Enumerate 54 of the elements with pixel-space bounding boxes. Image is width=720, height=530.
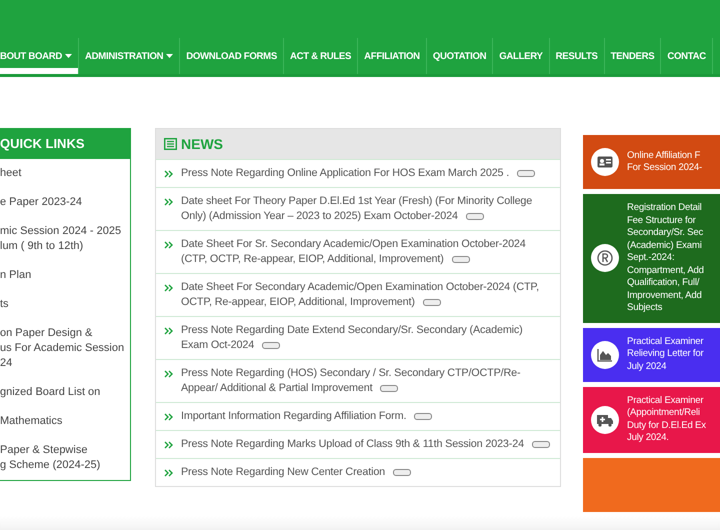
news-link[interactable]: Date Sheet For Secondary Academic/Open Examination October-2024 (CTP, OCTP, Re-appear, EIOP, Additional, Improvement) [181,280,552,310]
news-link[interactable]: Date Sheet For Sr. Secondary Academic/Open Examination October-2024 (CTP, OCTP, Re-appear, EIOP, Additional, Improvement) [181,237,552,267]
quick-link[interactable]: on Paper Design & us For Academic Session 24 [0,319,130,378]
panel-title: NEWS [181,136,223,152]
double-chevron-icon [164,170,173,178]
quick-link[interactable]: Paper & Stepwise g Scheme (2024-25) [0,436,130,480]
card-text: Registration Detail Fee Structure for Secondary/Sr. Sec (Academic) Exami Sept.-2024: Compartment, Add Qualification, Full/ Improvement, Add Subjects [627,202,704,314]
notice-card[interactable]: Practical Examiner Relieving Letter for July 2024 [583,328,720,382]
new-badge-icon [380,384,398,392]
caret-icon [166,54,174,58]
registered-icon [597,250,613,266]
new-badge-icon [393,468,412,476]
news-link[interactable]: Press Note Regarding Online Application For HOS Exam March 2025 . [181,166,536,181]
quick-link[interactable]: ts [0,290,130,319]
notice-card[interactable]: Registration Detail Fee Structure for Secondary/Sr. Sec (Academic) Exami Sept.-2024: Compartment, Add Qualification, Full/ Improvement, Add Subjects [583,194,720,322]
new-badge-icon [532,440,550,448]
double-chevron-icon [164,198,173,206]
notice-card[interactable] [583,458,720,512]
news-link[interactable]: Important Information Regarding Affiliation Form. [181,409,432,424]
double-chevron-icon [164,370,173,378]
panel-title: QUICK LINKS [0,129,130,159]
new-badge-icon [262,342,280,349]
new-badge-icon [452,256,470,263]
new-badge-icon [466,212,484,220]
double-chevron-icon [164,241,173,249]
quick-link[interactable]: Mathematics [0,407,130,436]
double-chevron-icon [164,327,173,335]
notice-card[interactable]: Online Affiliation F For Session 2024- [583,135,720,189]
card-text: Practical Examiner Relieving Letter for July 2024 [627,336,704,374]
card-text: Online Affiliation F For Session 2024- [627,150,702,174]
double-chevron-icon [164,441,173,449]
double-chevron-icon [164,284,173,292]
quick-link[interactable]: n Plan [0,261,130,290]
notice-card[interactable]: Practical Examiner (Appointment/Reli Duty for D.El.Ed Ex July 2024. [583,386,720,452]
news-link[interactable]: Press Note Regarding (HOS) Secondary / Sr. Secondary CTP/OCTP/Re-Appear/ Additional & Partial Improvement [181,366,552,396]
news-link[interactable]: Press Note Regarding Marks Upload of Class 9th & 11th Session 2023-24 [181,437,550,452]
double-chevron-icon [164,413,173,421]
new-badge-icon [422,298,441,306]
card-text: Practical Examiner (Appointment/Reli Duty for D.El.Ed Ex July 2024. [627,394,706,444]
quick-link[interactable]: gnized Board List on [0,378,130,407]
quick-link[interactable]: e Paper 2023-24 [0,188,130,217]
new-badge-icon [517,170,536,177]
area-chart-icon [597,348,613,362]
quick-link[interactable]: heet [0,159,130,188]
new-badge-icon [414,412,432,420]
id-card-icon [597,156,613,168]
news-link[interactable]: Press Note Regarding Date Extend Secondary/Sr. Secondary (Academic) Exam Oct-2024 [181,323,552,353]
list-icon [164,138,177,150]
double-chevron-icon [164,469,173,477]
quick-link[interactable]: mic Session 2024 - 2025 lum ( 9th to 12th) [0,217,130,261]
news-link[interactable]: Press Note Regarding New Center Creation [181,465,412,480]
ambulance-icon [596,412,614,426]
caret-icon [65,54,72,58]
news-link[interactable]: Date sheet For Theory Paper D.El.Ed 1st Year (Fresh) (For Minority College Only) (Admission Year – 2023 to 2025) Exam October-2024 [181,194,552,224]
